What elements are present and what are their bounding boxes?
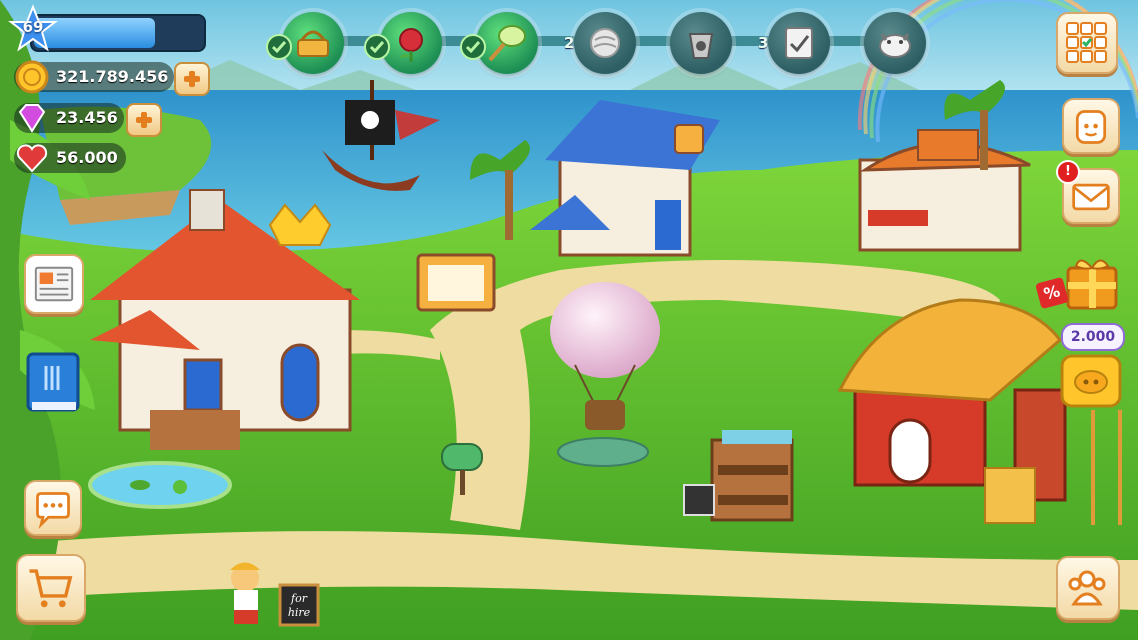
piggy-bank-button[interactable] [1058,350,1124,410]
quest-wool[interactable] [574,12,636,74]
quest-wool-count: 2 [564,34,575,52]
recipe-book-button[interactable] [22,350,84,416]
quest-cow[interactable] [864,12,926,74]
market-stall [710,430,794,522]
fishing-net-icon [488,25,526,62]
special-offer-gift-button[interactable] [1062,254,1122,312]
level-badge[interactable]: 69 [8,4,58,54]
hearts-counter: 56.000 [14,143,126,173]
gem-icon [18,104,46,133]
quest-net-check [460,34,486,60]
shop-button[interactable] [16,554,86,622]
people-group-icon [1068,570,1106,606]
coins-value: 321.789.456 [56,67,169,86]
hearts-value: 56.000 [56,148,118,167]
chat-button[interactable] [24,480,82,536]
gems-counter: 23.456 [14,103,124,133]
community-button[interactable] [1056,556,1120,620]
news-button[interactable] [24,254,84,314]
friends-button[interactable] [1062,98,1120,154]
newspaper-icon [34,266,74,302]
quest-checklist-count: 3 [758,34,769,52]
piggy-bank-amount: 2.000 [1061,323,1125,351]
farm-background: for hire [0,0,1138,640]
basket-icon [297,30,329,57]
chat-bubble-icon [36,492,70,529]
rose-icon [399,28,423,62]
heart-icon [16,144,48,173]
checkmark-icon [465,41,481,54]
cow-icon [879,33,911,58]
coins-counter: 321.789.456 [14,60,174,94]
tasks-calendar-button[interactable] [1056,12,1118,74]
envelope-icon [1072,183,1110,211]
quest-checklist[interactable] [768,12,830,74]
gems-value: 23.456 [56,108,118,127]
player-level: 69 [22,18,44,36]
bucket-icon [688,33,714,59]
quest-bucket[interactable] [670,12,732,74]
checklist-icon [785,27,813,59]
quest-rose-check [364,34,390,60]
chalkboard [683,484,715,516]
notice-board [416,253,496,312]
gift-box-icon [1066,259,1118,310]
coin-icon [15,60,49,94]
quest-basket-check [266,34,292,60]
for-hire-sign: for hire [278,583,320,627]
buy-gems-button[interactable] [126,103,162,137]
buy-coins-button[interactable] [174,62,210,96]
farm-scene: for hire [0,0,1138,640]
checkmark-icon [271,41,287,54]
checkmark-icon [369,41,385,54]
recipe-book-icon [26,352,80,412]
calendar-tasks-icon [1066,22,1107,63]
friend-face-icon [1075,110,1107,144]
shopping-cart-icon [29,569,73,608]
for-hire-line1: for [290,592,308,605]
wool-icon [590,28,620,58]
piggy-bank-icon [1060,354,1122,408]
for-hire-line2: hire [288,606,311,619]
mail-alert-badge: ! [1056,160,1080,184]
farmer-boy [230,562,260,624]
